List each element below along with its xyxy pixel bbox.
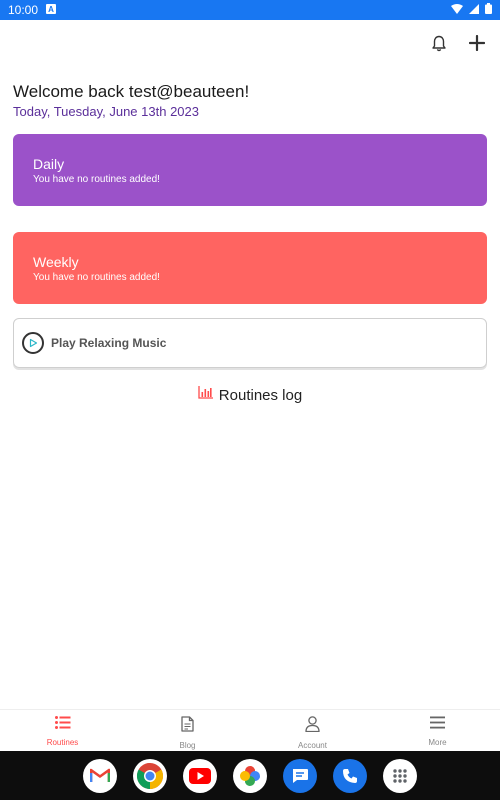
wifi-icon: [451, 3, 463, 17]
nav-item-routines[interactable]: Routines: [0, 710, 125, 751]
nav-item-more[interactable]: More: [375, 710, 500, 751]
play-relaxing-music-button[interactable]: Play Relaxing Music: [13, 318, 487, 368]
weekly-routines-card[interactable]: Weekly You have no routines added!: [13, 232, 487, 304]
add-icon[interactable]: [466, 32, 488, 54]
signal-icon: [469, 3, 479, 17]
svg-text:A: A: [48, 5, 54, 14]
photos-icon[interactable]: [233, 758, 267, 793]
play-icon: [22, 332, 44, 354]
nav-label: Routines: [46, 738, 79, 747]
today-date: Today, Tuesday, June 13th 2023: [13, 104, 199, 119]
music-label: Play Relaxing Music: [51, 336, 167, 350]
notification-a-icon: A: [46, 3, 57, 17]
routines-log-label: Routines log: [218, 386, 303, 404]
nav-label: More: [428, 738, 447, 747]
bell-icon[interactable]: [428, 32, 450, 54]
youtube-icon[interactable]: [183, 758, 217, 793]
menu-icon: [430, 716, 445, 734]
status-time: 10:00: [8, 3, 39, 17]
document-icon: [181, 716, 194, 737]
daily-routines-card[interactable]: Daily You have no routines added!: [13, 134, 487, 206]
top-actions: [428, 32, 488, 54]
card-title: Daily: [33, 156, 65, 172]
apps-icon[interactable]: [383, 758, 417, 793]
welcome-heading: Welcome back test@beauteen!: [13, 82, 250, 101]
bottom-nav: Routines Blog Account More: [0, 709, 500, 751]
nav-label: Blog: [179, 741, 196, 750]
card-subtitle: You have no routines added!: [33, 272, 160, 283]
card-title: Weekly: [33, 254, 79, 270]
system-dock: [0, 751, 500, 800]
list-icon: [54, 716, 71, 734]
nav-item-account[interactable]: Account: [250, 710, 375, 751]
nav-item-blog[interactable]: Blog: [125, 710, 250, 751]
phone-icon[interactable]: [333, 758, 367, 793]
nav-label: Account: [298, 741, 327, 750]
battery-icon: [485, 3, 492, 17]
status-bar: 10:00 A: [0, 0, 500, 20]
routines-log-link[interactable]: Routines log: [0, 386, 500, 404]
messages-icon[interactable]: [283, 758, 317, 793]
chrome-icon[interactable]: [133, 758, 167, 793]
card-subtitle: You have no routines added!: [33, 174, 160, 185]
bar-chart-icon: [198, 386, 213, 404]
person-icon: [305, 716, 320, 737]
gmail-icon[interactable]: [83, 758, 117, 793]
